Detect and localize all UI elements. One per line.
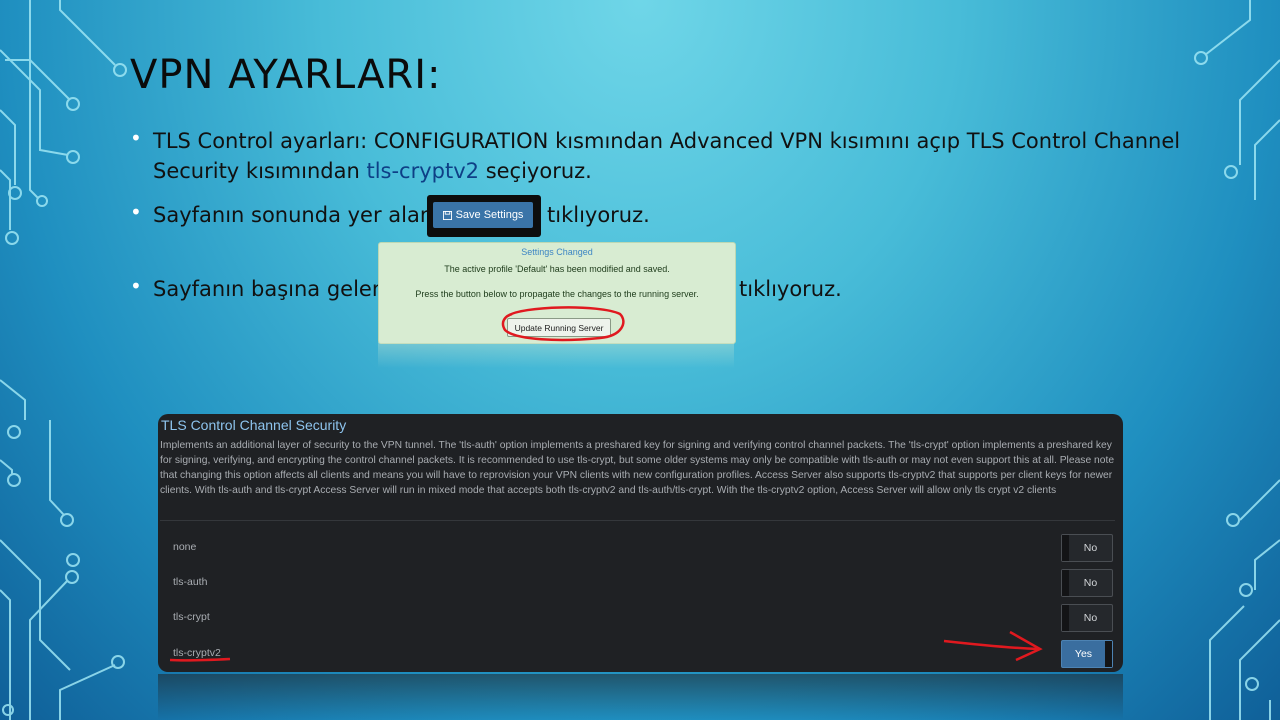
- option-label: tls-auth: [173, 576, 208, 588]
- save-settings-button[interactable]: Save Settings: [433, 202, 533, 228]
- bullet-text-security: Security kısımından: [153, 159, 367, 183]
- option-label: tls-cryptv2: [173, 647, 221, 659]
- tls-control-panel: TLS Control Channel Security Implements …: [158, 414, 1123, 672]
- toggle-state: Yes: [1074, 648, 1093, 660]
- bullet-text-seciyoruz: seçiyoruz.: [479, 159, 592, 183]
- toggle-state: No: [1083, 577, 1098, 589]
- option-label: tls-crypt: [173, 611, 210, 623]
- panel-description: Implements an additional layer of securi…: [160, 440, 1115, 496]
- toggle-handle: [1062, 535, 1069, 561]
- notice-message-2: Press the button below to propagate the …: [415, 289, 699, 299]
- save-settings-screenshot: Save Settings: [427, 195, 541, 237]
- option-toggle-tls-crypt[interactable]: No: [1061, 604, 1113, 632]
- option-toggle-tls-cryptv2[interactable]: Yes: [1061, 640, 1113, 668]
- panel-reflection: [158, 674, 1123, 720]
- toggle-state: No: [1083, 542, 1098, 554]
- notice-message-1: The active profile 'Default' has been mo…: [444, 264, 670, 274]
- notice-reflection: [378, 342, 734, 368]
- panel-divider: [160, 520, 1115, 521]
- option-label: none: [173, 541, 197, 553]
- toggle-handle: [1062, 605, 1069, 631]
- bullet-dot-icon: •: [130, 126, 142, 150]
- bullet-text-before: Sayfanın sonunda yer alan: [153, 203, 434, 227]
- option-row-tls-crypt: tls-crypt No: [158, 604, 1123, 632]
- bullet-dot-icon: •: [130, 274, 142, 298]
- toggle-state: No: [1083, 612, 1098, 624]
- option-row-tls-auth: tls-auth No: [158, 569, 1123, 597]
- toggle-handle: [1105, 641, 1112, 667]
- toggle-handle: [1062, 570, 1069, 596]
- panel-title: TLS Control Channel Security: [161, 417, 347, 433]
- option-toggle-none[interactable]: No: [1061, 534, 1113, 562]
- save-settings-label: Save Settings: [455, 209, 524, 221]
- option-toggle-tls-auth[interactable]: No: [1061, 569, 1113, 597]
- notice-title: Settings Changed: [521, 247, 593, 257]
- slide-title: VPN AYARLARI:: [130, 52, 442, 98]
- bullet-dot-icon: •: [130, 200, 142, 224]
- bullet-text-after: tıklıyoruz.: [739, 277, 842, 301]
- bullet-text-line1: TLS Control ayarları: CONFIGURATION kısm…: [153, 129, 1181, 153]
- option-row-none: none No: [158, 534, 1123, 562]
- option-row-tls-cryptv2: tls-cryptv2 Yes: [158, 640, 1123, 668]
- floppy-icon: [442, 210, 452, 220]
- settings-changed-notice: Settings Changed The active profile 'Def…: [378, 242, 736, 344]
- bullet-highlight-tls-cryptv2: tls-cryptv2: [366, 159, 480, 183]
- update-running-server-button[interactable]: Update Running Server: [507, 318, 611, 337]
- bullet-text-line2: Security kısımından tls-cryptv2 seçiyoru…: [153, 156, 592, 186]
- bullet-text-after: tıklıyoruz.: [547, 203, 650, 227]
- bullet-text-before: Sayfanın başına gelen: [153, 277, 386, 301]
